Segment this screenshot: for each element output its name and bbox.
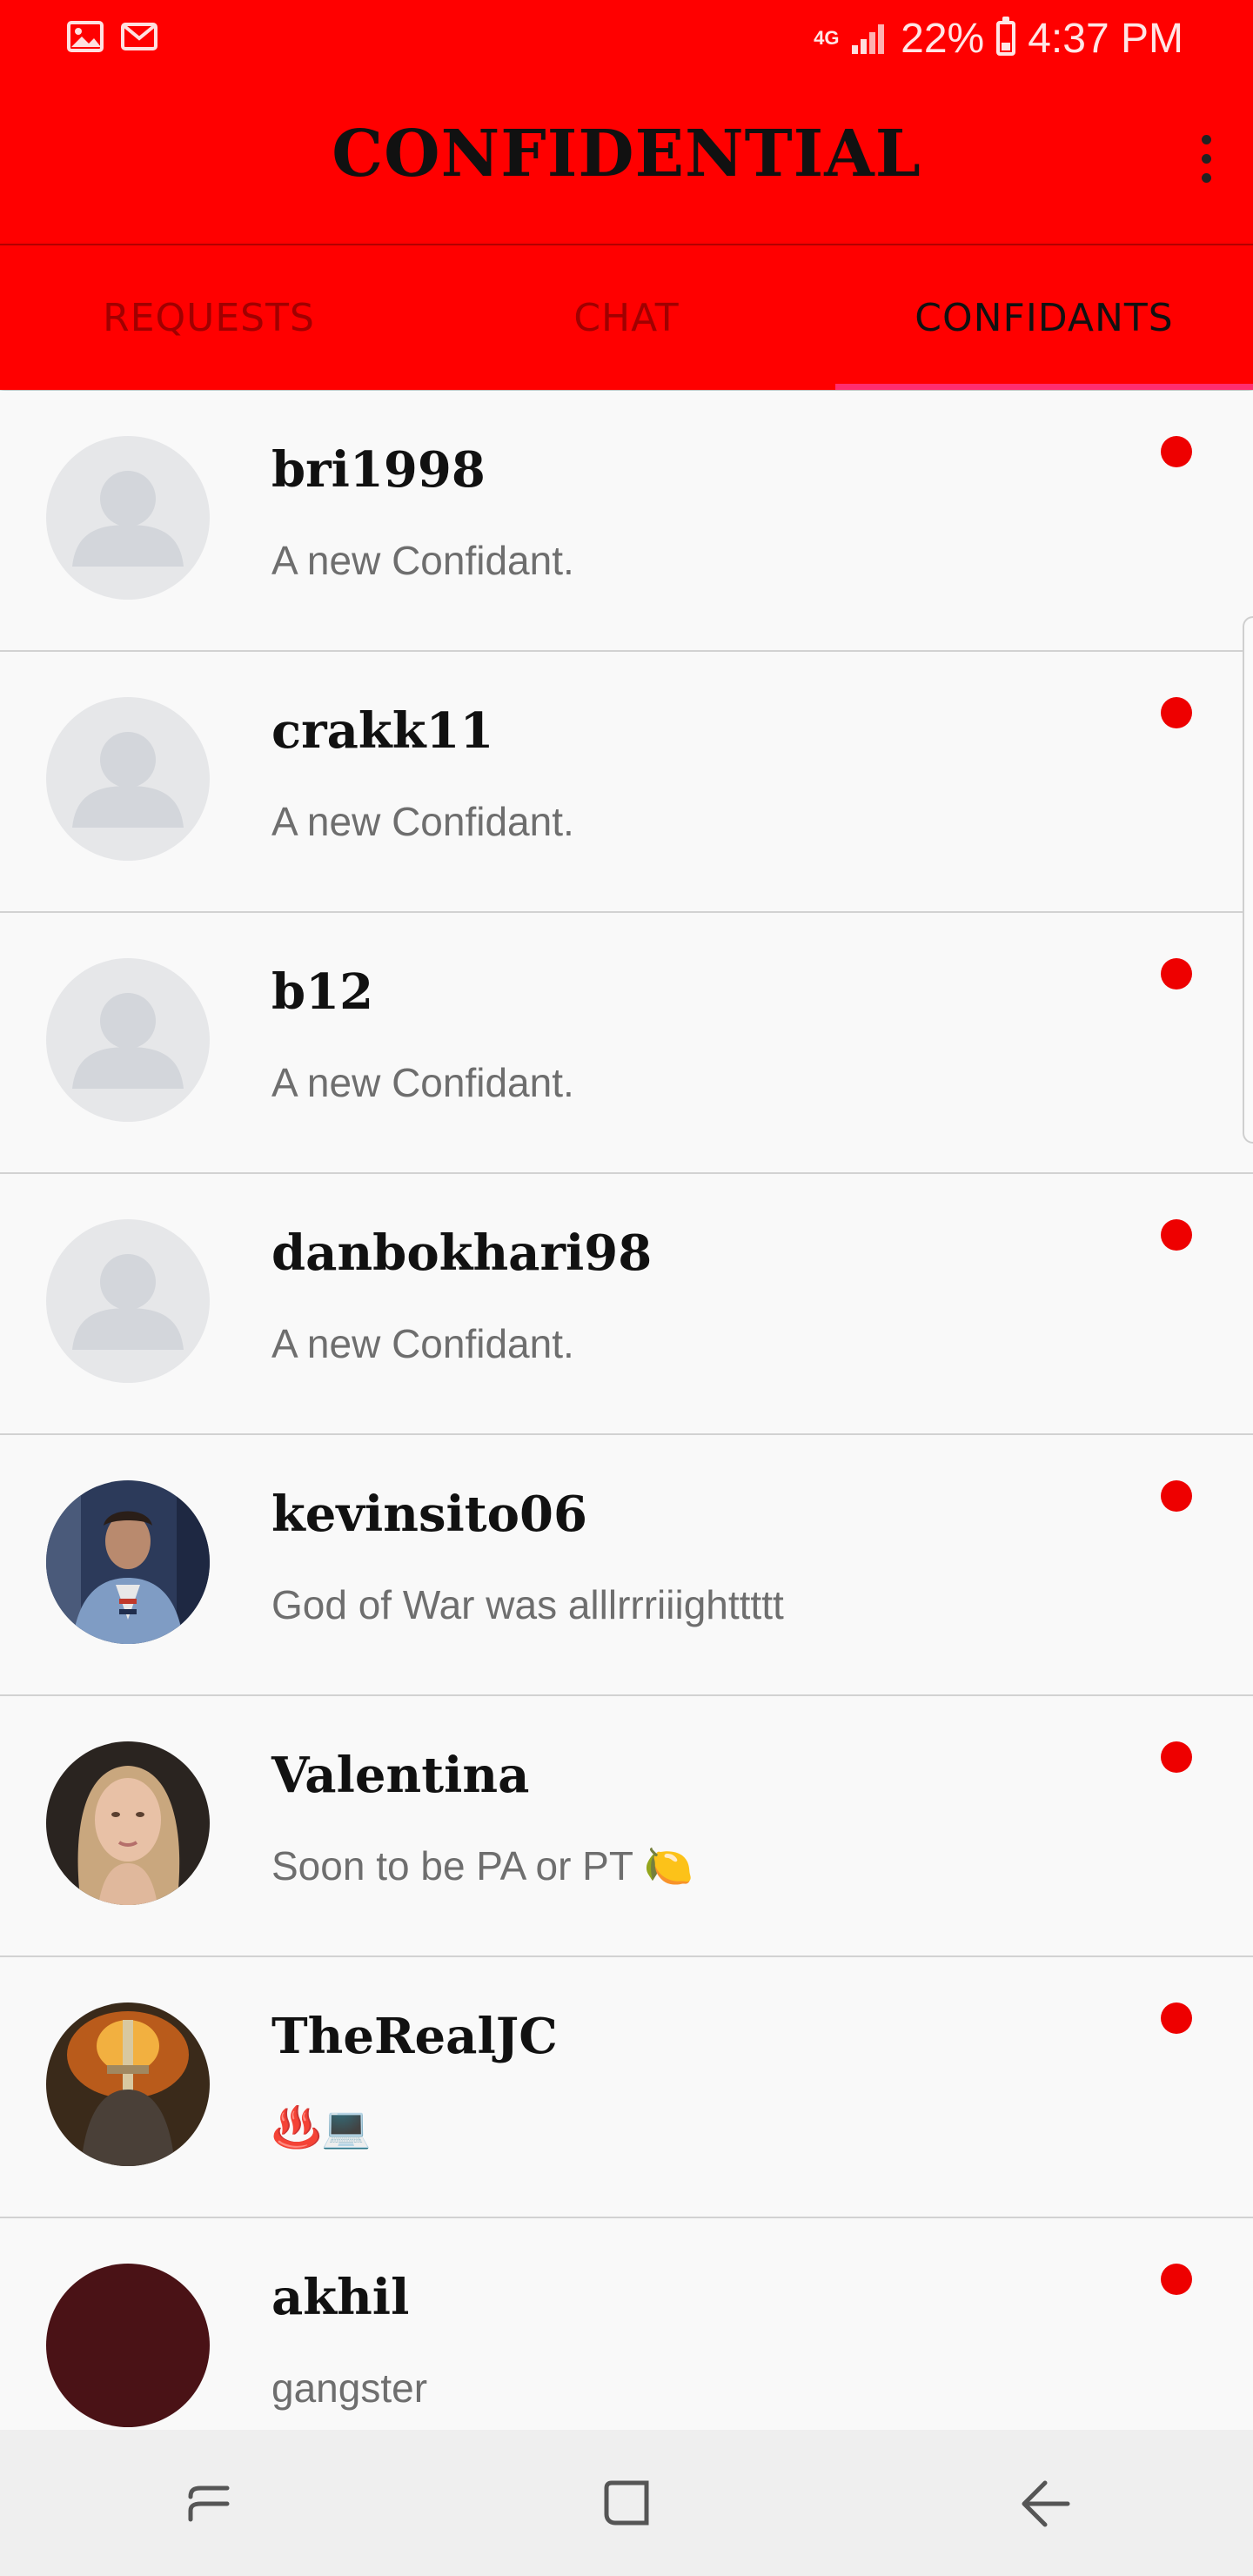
message-preview: A new Confidant. xyxy=(271,799,574,844)
image-icon xyxy=(67,21,104,52)
status-bar: 4G 22% 4:37 PM xyxy=(0,0,1253,75)
back-icon[interactable] xyxy=(992,2451,1096,2555)
unread-indicator xyxy=(1161,697,1192,728)
navigation-bar xyxy=(0,2430,1253,2576)
username: bri1998 xyxy=(271,441,486,499)
avatar-placeholder-icon xyxy=(46,1219,210,1383)
username: akhil xyxy=(271,2269,410,2326)
username: Valentina xyxy=(271,1747,530,1804)
message-preview: A new Confidant. xyxy=(271,1321,574,1366)
username: crakk11 xyxy=(271,702,494,760)
unread-indicator xyxy=(1161,1480,1192,1512)
message-preview: A new Confidant. xyxy=(271,1060,574,1105)
gmail-icon xyxy=(121,23,157,50)
avatar xyxy=(46,1741,210,1905)
list-item[interactable]: crakk11 A new Confidant. xyxy=(0,652,1253,913)
message-preview: ♨️💻 xyxy=(271,2104,372,2150)
tab-requests[interactable]: REQUESTS xyxy=(0,245,418,390)
username: b12 xyxy=(271,963,374,1021)
list-item[interactable]: danbokhari98 A new Confidant. xyxy=(0,1174,1253,1435)
unread-indicator xyxy=(1161,2264,1192,2295)
battery-percent: 22% xyxy=(901,15,985,62)
message-preview: A new Confidant. xyxy=(271,538,574,583)
unread-indicator xyxy=(1161,436,1192,467)
unread-indicator xyxy=(1161,958,1192,989)
home-icon[interactable] xyxy=(574,2451,679,2555)
avatar xyxy=(46,2264,210,2427)
recent-apps-icon[interactable] xyxy=(157,2451,261,2555)
tab-chat[interactable]: CHAT xyxy=(418,245,835,390)
avatar-placeholder-icon xyxy=(46,436,210,600)
notification-icons xyxy=(66,17,158,56)
list-item[interactable]: bri1998 A new Confidant. xyxy=(0,391,1253,652)
confidant-list: bri1998 A new Confidant. crakk11 A new C… xyxy=(0,391,1253,2479)
app-bar: CONFIDENTIAL xyxy=(0,75,1253,244)
tab-bar: REQUESTS CHAT CONFIDANTS xyxy=(0,244,1253,390)
unread-indicator xyxy=(1161,1741,1192,1773)
tab-confidants[interactable]: CONFIDANTS xyxy=(835,245,1253,390)
message-preview: God of War was alllrrriiighttttt xyxy=(271,1582,784,1627)
message-preview: Soon to be PA or PT 🍋 xyxy=(271,1843,694,1888)
signal-icon xyxy=(852,24,885,54)
status-indicators: 4G 22% 4:37 PM xyxy=(814,12,1183,64)
avatar-placeholder-icon xyxy=(46,958,210,1122)
unread-indicator xyxy=(1161,2002,1192,2034)
list-item[interactable]: TheRealJC ♨️💻 xyxy=(0,1957,1253,2218)
more-vert-icon[interactable] xyxy=(1173,124,1239,193)
avatar xyxy=(46,2002,210,2166)
avatar xyxy=(46,1480,210,1644)
app-title: CONFIDENTIAL xyxy=(332,117,921,191)
list-item[interactable]: Valentina Soon to be PA or PT 🍋 xyxy=(0,1696,1253,1957)
list-item[interactable]: kevinsito06 God of War was alllrrriiight… xyxy=(0,1435,1253,1696)
unread-indicator xyxy=(1161,1219,1192,1251)
username: danbokhari98 xyxy=(271,1224,653,1282)
list-item[interactable]: b12 A new Confidant. xyxy=(0,913,1253,1174)
message-preview: gangster xyxy=(271,2365,428,2411)
avatar-placeholder-icon xyxy=(46,697,210,861)
network-type: 4G xyxy=(814,27,840,49)
edge-panel-handle[interactable] xyxy=(1243,616,1253,1144)
clock: 4:37 PM xyxy=(1028,15,1183,62)
username: kevinsito06 xyxy=(271,1486,587,1543)
username: TheRealJC xyxy=(271,2008,558,2065)
battery-icon xyxy=(996,17,1016,56)
